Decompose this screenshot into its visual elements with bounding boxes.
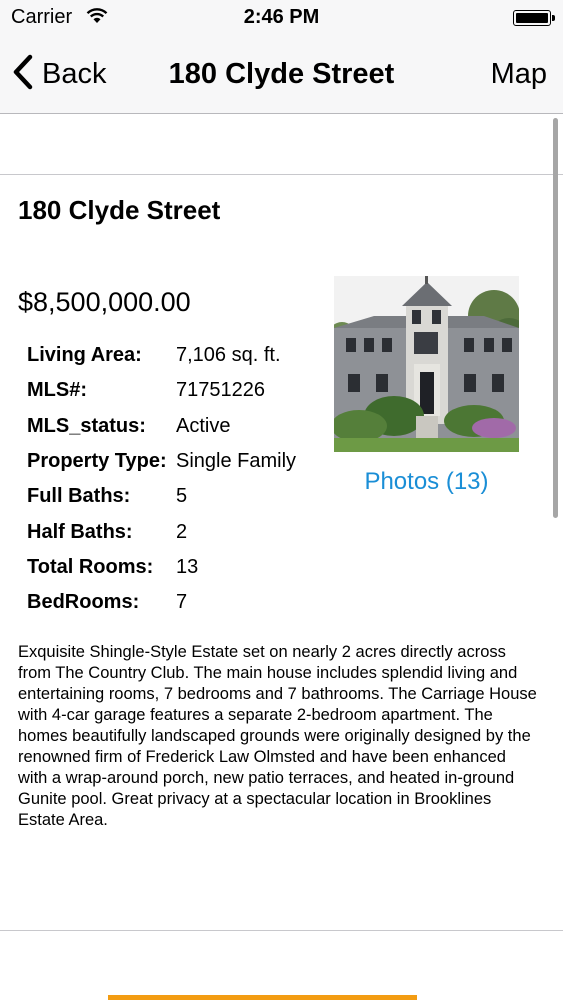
detail-row: Property Type: Single Family: [27, 444, 327, 479]
divider: [0, 930, 563, 931]
back-label: Back: [42, 57, 107, 90]
detail-value: 5: [176, 485, 188, 508]
battery-icon: [513, 10, 555, 26]
status-time: 2:46 PM: [243, 6, 320, 28]
detail-row: Total Rooms: 13: [27, 550, 327, 585]
detail-value: Single Family: [176, 450, 297, 473]
detail-label: MLS#:: [27, 379, 87, 402]
status-bar: Carrier 2:46 PM: [0, 0, 563, 38]
listing-price: $8,500,000.00: [18, 287, 191, 317]
detail-value: 71751226: [176, 379, 265, 402]
listing-description: Exquisite Shingle-Style Estate set on ne…: [18, 643, 537, 829]
details-list: Living Area: 7,106 sq. ft. MLS#: 71751226 …: [27, 338, 327, 620]
detail-label: Total Rooms:: [27, 555, 154, 578]
detail-label: Full Baths:: [27, 485, 131, 508]
detail-value: 7: [176, 591, 188, 614]
navigation-bar: Back 180 Clyde Street Map: [0, 38, 563, 113]
property-photo[interactable]: [334, 276, 519, 452]
detail-row: Full Baths: 5: [27, 479, 327, 514]
detail-label: Property Type:: [27, 450, 167, 473]
detail-row: MLS_status: Active: [27, 409, 327, 444]
scrollbar[interactable]: [553, 118, 558, 518]
divider: [0, 174, 563, 175]
detail-value: 13: [176, 555, 199, 578]
detail-label: Living Area:: [27, 344, 142, 367]
detail-label: BedRooms:: [27, 591, 140, 614]
detail-value: Active: [176, 414, 231, 437]
listing-title: 180 Clyde Street: [18, 195, 221, 225]
detail-label: Half Baths:: [27, 520, 133, 543]
back-chevron-icon: [12, 54, 34, 95]
detail-value: 2: [176, 520, 188, 543]
detail-row: BedRooms: 7: [27, 585, 327, 620]
detail-row: MLS#: 71751226: [27, 373, 327, 408]
map-button[interactable]: Map: [491, 58, 547, 91]
detail-label: MLS_status:: [27, 414, 146, 437]
back-button[interactable]: Back: [12, 54, 106, 94]
detail-row: Half Baths: 2: [27, 514, 327, 549]
photos-link[interactable]: Photos (13): [334, 468, 519, 496]
bottom-accent-bar: [108, 995, 417, 1000]
header: Carrier 2:46 PM Back 180 Clyde Street Ma…: [0, 0, 563, 114]
detail-row: Living Area: 7,106 sq. ft.: [27, 338, 327, 373]
detail-value: 7,106 sq. ft.: [176, 344, 281, 367]
